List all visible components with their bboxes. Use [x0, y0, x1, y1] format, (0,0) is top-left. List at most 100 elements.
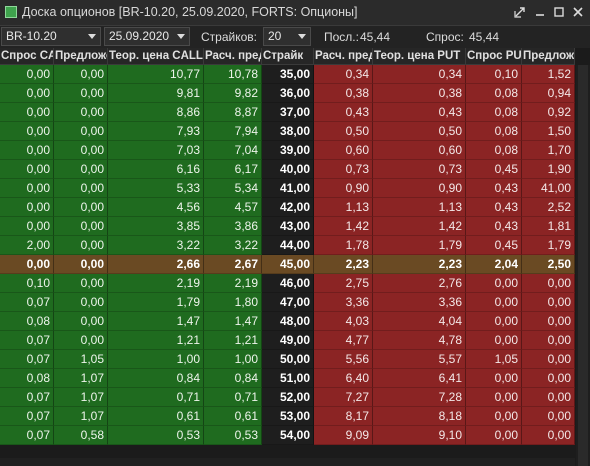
- table-row[interactable]: 0,08 0,00 1,47 1,47 48,00 4,03 4,04 0,00 0,00: [0, 312, 575, 331]
- cell-put-ask[interactable]: 1,52: [522, 65, 575, 84]
- cell-put-theo[interactable]: 0,50: [373, 122, 466, 141]
- maximize-icon[interactable]: [550, 3, 568, 21]
- column-header-put-ask[interactable]: Предложение PUT: [522, 48, 575, 65]
- cell-call-bid[interactable]: 0,00: [0, 122, 54, 141]
- cell-put-bid[interactable]: 0,43: [466, 179, 522, 198]
- cell-put-settle[interactable]: 4,77: [314, 331, 373, 350]
- cell-put-bid[interactable]: 0,00: [466, 312, 522, 331]
- cell-call-bid[interactable]: 0,00: [0, 160, 54, 179]
- cell-call-ask[interactable]: 0,00: [54, 103, 108, 122]
- cell-call-bid[interactable]: 0,08: [0, 312, 54, 331]
- column-header-put-bid[interactable]: Спрос PUT: [466, 48, 522, 65]
- cell-call-settle[interactable]: 5,34: [204, 179, 262, 198]
- cell-put-ask[interactable]: 0,00: [522, 312, 575, 331]
- cell-call-theo[interactable]: 5,33: [108, 179, 204, 198]
- table-row[interactable]: 0,00 0,00 4,56 4,57 42,00 1,13 1,13 0,43 2,52: [0, 198, 575, 217]
- cell-call-theo[interactable]: 8,86: [108, 103, 204, 122]
- cell-put-theo[interactable]: 3,36: [373, 293, 466, 312]
- cell-call-bid[interactable]: 0,00: [0, 103, 54, 122]
- cell-call-ask[interactable]: 0,00: [54, 141, 108, 160]
- cell-call-ask[interactable]: 0,00: [54, 160, 108, 179]
- cell-strike[interactable]: 36,00: [262, 84, 314, 103]
- cell-strike[interactable]: 38,00: [262, 122, 314, 141]
- table-row[interactable]: 0,07 0,00 1,21 1,21 49,00 4,77 4,78 0,00 0,00: [0, 331, 575, 350]
- atm-row[interactable]: 0,00 0,00 2,66 2,67 45,00 2,23 2,23 2,04 2,50: [0, 255, 575, 274]
- cell-put-theo[interactable]: 1,13: [373, 198, 466, 217]
- cell-put-settle[interactable]: 1,78: [314, 236, 373, 255]
- cell-call-bid[interactable]: 0,00: [0, 84, 54, 103]
- table-row[interactable]: 0,07 0,00 1,79 1,80 47,00 3,36 3,36 0,00 0,00: [0, 293, 575, 312]
- cell-call-ask[interactable]: 0,00: [54, 331, 108, 350]
- cell-call-settle[interactable]: 2,19: [204, 274, 262, 293]
- cell-call-theo[interactable]: 1,47: [108, 312, 204, 331]
- cell-put-theo[interactable]: 2,23: [373, 255, 466, 274]
- cell-call-settle[interactable]: 3,22: [204, 236, 262, 255]
- cell-call-settle[interactable]: 9,82: [204, 84, 262, 103]
- cell-call-ask[interactable]: 1,05: [54, 350, 108, 369]
- cell-put-bid[interactable]: 0,08: [466, 122, 522, 141]
- cell-call-bid[interactable]: 2,00: [0, 236, 54, 255]
- cell-call-bid[interactable]: 0,00: [0, 217, 54, 236]
- table-row[interactable]: 2,00 0,00 3,22 3,22 44,00 1,78 1,79 0,45 1,79: [0, 236, 575, 255]
- cell-call-bid[interactable]: 0,00: [0, 255, 54, 274]
- cell-strike[interactable]: 44,00: [262, 236, 314, 255]
- cell-call-theo[interactable]: 1,00: [108, 350, 204, 369]
- cell-put-settle[interactable]: 0,34: [314, 65, 373, 84]
- cell-strike[interactable]: 52,00: [262, 388, 314, 407]
- cell-put-bid[interactable]: 0,00: [466, 369, 522, 388]
- cell-put-ask[interactable]: 0,92: [522, 103, 575, 122]
- cell-call-ask[interactable]: 1,07: [54, 388, 108, 407]
- cell-put-bid[interactable]: 0,45: [466, 160, 522, 179]
- cell-put-settle[interactable]: 0,60: [314, 141, 373, 160]
- cell-put-theo[interactable]: 9,10: [373, 426, 466, 445]
- cell-call-ask[interactable]: 0,00: [54, 65, 108, 84]
- cell-call-theo[interactable]: 1,79: [108, 293, 204, 312]
- cell-strike[interactable]: 54,00: [262, 426, 314, 445]
- cell-call-ask[interactable]: 0,00: [54, 179, 108, 198]
- cell-put-settle[interactable]: 3,36: [314, 293, 373, 312]
- cell-strike[interactable]: 40,00: [262, 160, 314, 179]
- cell-call-settle[interactable]: 2,67: [204, 255, 262, 274]
- instrument-select[interactable]: BR-10.20: [1, 27, 101, 46]
- table-row[interactable]: 0,00 0,00 8,86 8,87 37,00 0,43 0,43 0,08 0,92: [0, 103, 575, 122]
- table-row[interactable]: 0,00 0,00 9,81 9,82 36,00 0,38 0,38 0,08 0,94: [0, 84, 575, 103]
- cell-strike[interactable]: 42,00: [262, 198, 314, 217]
- cell-put-settle[interactable]: 8,17: [314, 407, 373, 426]
- cell-strike[interactable]: 39,00: [262, 141, 314, 160]
- cell-put-bid[interactable]: 0,00: [466, 274, 522, 293]
- horizontal-scrollbar[interactable]: [0, 458, 575, 466]
- column-header-call-bid[interactable]: Спрос CALL: [0, 48, 54, 65]
- cell-call-settle[interactable]: 8,87: [204, 103, 262, 122]
- cell-put-settle[interactable]: 0,38: [314, 84, 373, 103]
- cell-call-settle[interactable]: 7,04: [204, 141, 262, 160]
- cell-put-bid[interactable]: 0,08: [466, 84, 522, 103]
- cell-call-ask[interactable]: 0,58: [54, 426, 108, 445]
- cell-put-settle[interactable]: 6,40: [314, 369, 373, 388]
- cell-call-theo[interactable]: 2,19: [108, 274, 204, 293]
- cell-put-ask[interactable]: 1,81: [522, 217, 575, 236]
- table-row[interactable]: 0,00 0,00 6,16 6,17 40,00 0,73 0,73 0,45 1,90: [0, 160, 575, 179]
- cell-put-settle[interactable]: 5,56: [314, 350, 373, 369]
- table-row[interactable]: 0,00 0,00 5,33 5,34 41,00 0,90 0,90 0,43 41,00: [0, 179, 575, 198]
- cell-call-ask[interactable]: 0,00: [54, 293, 108, 312]
- cell-call-ask[interactable]: 1,07: [54, 407, 108, 426]
- cell-call-bid[interactable]: 0,07: [0, 426, 54, 445]
- cell-strike[interactable]: 43,00: [262, 217, 314, 236]
- table-row[interactable]: 0,08 1,07 0,84 0,84 51,00 6,40 6,41 0,00 0,00: [0, 369, 575, 388]
- cell-strike[interactable]: 51,00: [262, 369, 314, 388]
- cell-call-ask[interactable]: 0,00: [54, 217, 108, 236]
- cell-strike[interactable]: 48,00: [262, 312, 314, 331]
- cell-put-settle[interactable]: 2,75: [314, 274, 373, 293]
- table-row[interactable]: 0,00 0,00 10,77 10,78 35,00 0,34 0,34 0,10 1,52: [0, 65, 575, 84]
- cell-put-ask[interactable]: 0,00: [522, 407, 575, 426]
- cell-call-ask[interactable]: 0,00: [54, 255, 108, 274]
- cell-call-settle[interactable]: 1,80: [204, 293, 262, 312]
- cell-strike[interactable]: 45,00: [262, 255, 314, 274]
- cell-put-bid[interactable]: 0,08: [466, 141, 522, 160]
- cell-strike[interactable]: 50,00: [262, 350, 314, 369]
- cell-call-settle[interactable]: 0,71: [204, 388, 262, 407]
- cell-put-settle[interactable]: 0,50: [314, 122, 373, 141]
- cell-put-bid[interactable]: 2,04: [466, 255, 522, 274]
- cell-strike[interactable]: 47,00: [262, 293, 314, 312]
- cell-call-theo[interactable]: 7,03: [108, 141, 204, 160]
